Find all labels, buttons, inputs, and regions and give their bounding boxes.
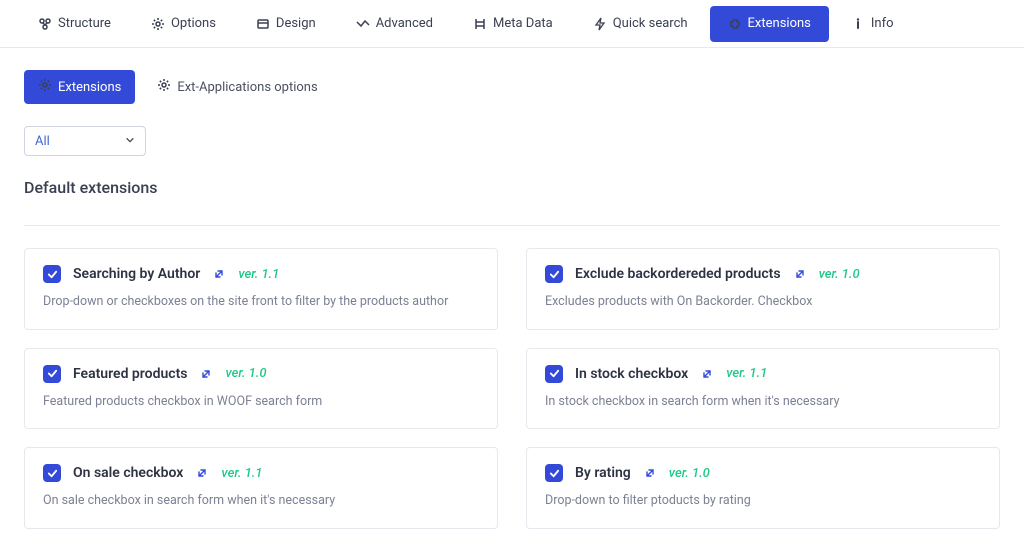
tab-label: Design	[276, 16, 316, 31]
tab-label: Structure	[58, 16, 111, 31]
extension-description: On sale checkbox in search form when it'…	[43, 492, 479, 510]
tab-quick-search[interactable]: Quick search	[575, 6, 706, 42]
extension-description: Drop-down to filter ptoducts by rating	[545, 492, 981, 510]
extension-version: ver. 1.0	[225, 366, 266, 381]
subtab-label: Ext-Applications options	[177, 80, 317, 95]
subtab-ext-applications[interactable]: Ext-Applications options	[143, 70, 331, 104]
tab-label: Quick search	[613, 16, 688, 31]
extension-version: ver. 1.1	[726, 366, 767, 381]
gear-icon	[38, 78, 52, 96]
extension-description: In stock checkbox in search form when it…	[545, 393, 981, 411]
tab-advanced[interactable]: Advanced	[338, 6, 451, 42]
extension-version: ver. 1.1	[238, 267, 279, 282]
extension-card: Featured products ver. 1.0 Featured prod…	[24, 348, 498, 430]
meta-icon	[473, 17, 487, 31]
tab-label: Advanced	[376, 16, 433, 31]
link-icon[interactable]	[700, 367, 714, 381]
extensions-grid: Searching by Author ver. 1.1 Drop-down o…	[24, 248, 1000, 529]
sub-tabs: Extensions Ext-Applications options	[24, 70, 1000, 104]
chevron-down-icon	[125, 134, 135, 149]
link-icon[interactable]	[212, 267, 226, 281]
extension-version: ver. 1.0	[669, 466, 710, 481]
section-title: Default extensions	[24, 178, 1000, 197]
tab-label: Extensions	[748, 16, 811, 31]
tab-info[interactable]: Info	[833, 6, 912, 42]
extension-version: ver. 1.1	[221, 466, 262, 481]
extension-description: Excludes products with On Backorder. Che…	[545, 293, 981, 311]
filter-select[interactable]: All	[24, 126, 146, 156]
puzzle-icon	[728, 17, 742, 31]
tab-options[interactable]: Options	[133, 6, 234, 42]
link-icon[interactable]	[199, 367, 213, 381]
extension-card: Exclude backordereded products ver. 1.0 …	[526, 248, 1000, 330]
extension-title: By rating	[575, 465, 631, 481]
extension-title: Exclude backordereded products	[575, 266, 781, 282]
gear-icon	[157, 78, 171, 96]
structure-icon	[38, 17, 52, 31]
subtab-label: Extensions	[58, 80, 121, 95]
link-icon[interactable]	[643, 466, 657, 480]
extension-card: By rating ver. 1.0 Drop-down to filter p…	[526, 447, 1000, 529]
extension-checkbox[interactable]	[43, 265, 61, 283]
extension-title: In stock checkbox	[575, 366, 688, 382]
extension-checkbox[interactable]	[43, 464, 61, 482]
tab-label: Info	[871, 16, 894, 31]
tab-label: Meta Data	[493, 16, 553, 31]
tab-structure[interactable]: Structure	[20, 6, 129, 42]
design-icon	[256, 17, 270, 31]
extension-checkbox[interactable]	[545, 265, 563, 283]
divider	[24, 225, 1000, 226]
gear-icon	[151, 17, 165, 31]
extension-description: Drop-down or checkboxes on the site fron…	[43, 293, 479, 311]
tab-extensions[interactable]: Extensions	[710, 6, 829, 42]
extension-title: Featured products	[73, 366, 187, 382]
subtab-extensions[interactable]: Extensions	[24, 70, 135, 104]
extension-checkbox[interactable]	[545, 365, 563, 383]
info-icon	[851, 17, 865, 31]
extension-description: Featured products checkbox in WOOF searc…	[43, 393, 479, 411]
extension-title: Searching by Author	[73, 266, 200, 282]
extension-checkbox[interactable]	[545, 464, 563, 482]
bolt-icon	[593, 17, 607, 31]
tab-label: Options	[171, 16, 216, 31]
link-icon[interactable]	[195, 466, 209, 480]
main-tabs: Structure Options Design Advanced Meta D…	[0, 0, 1024, 48]
extension-card: On sale checkbox ver. 1.1 On sale checkb…	[24, 447, 498, 529]
filter-value: All	[35, 134, 50, 149]
extension-checkbox[interactable]	[43, 365, 61, 383]
extension-card: In stock checkbox ver. 1.1 In stock chec…	[526, 348, 1000, 430]
tab-design[interactable]: Design	[238, 6, 334, 42]
extension-version: ver. 1.0	[819, 267, 860, 282]
wave-icon	[356, 17, 370, 31]
extension-title: On sale checkbox	[73, 465, 183, 481]
link-icon[interactable]	[793, 267, 807, 281]
tab-meta[interactable]: Meta Data	[455, 6, 571, 42]
extension-card: Searching by Author ver. 1.1 Drop-down o…	[24, 248, 498, 330]
